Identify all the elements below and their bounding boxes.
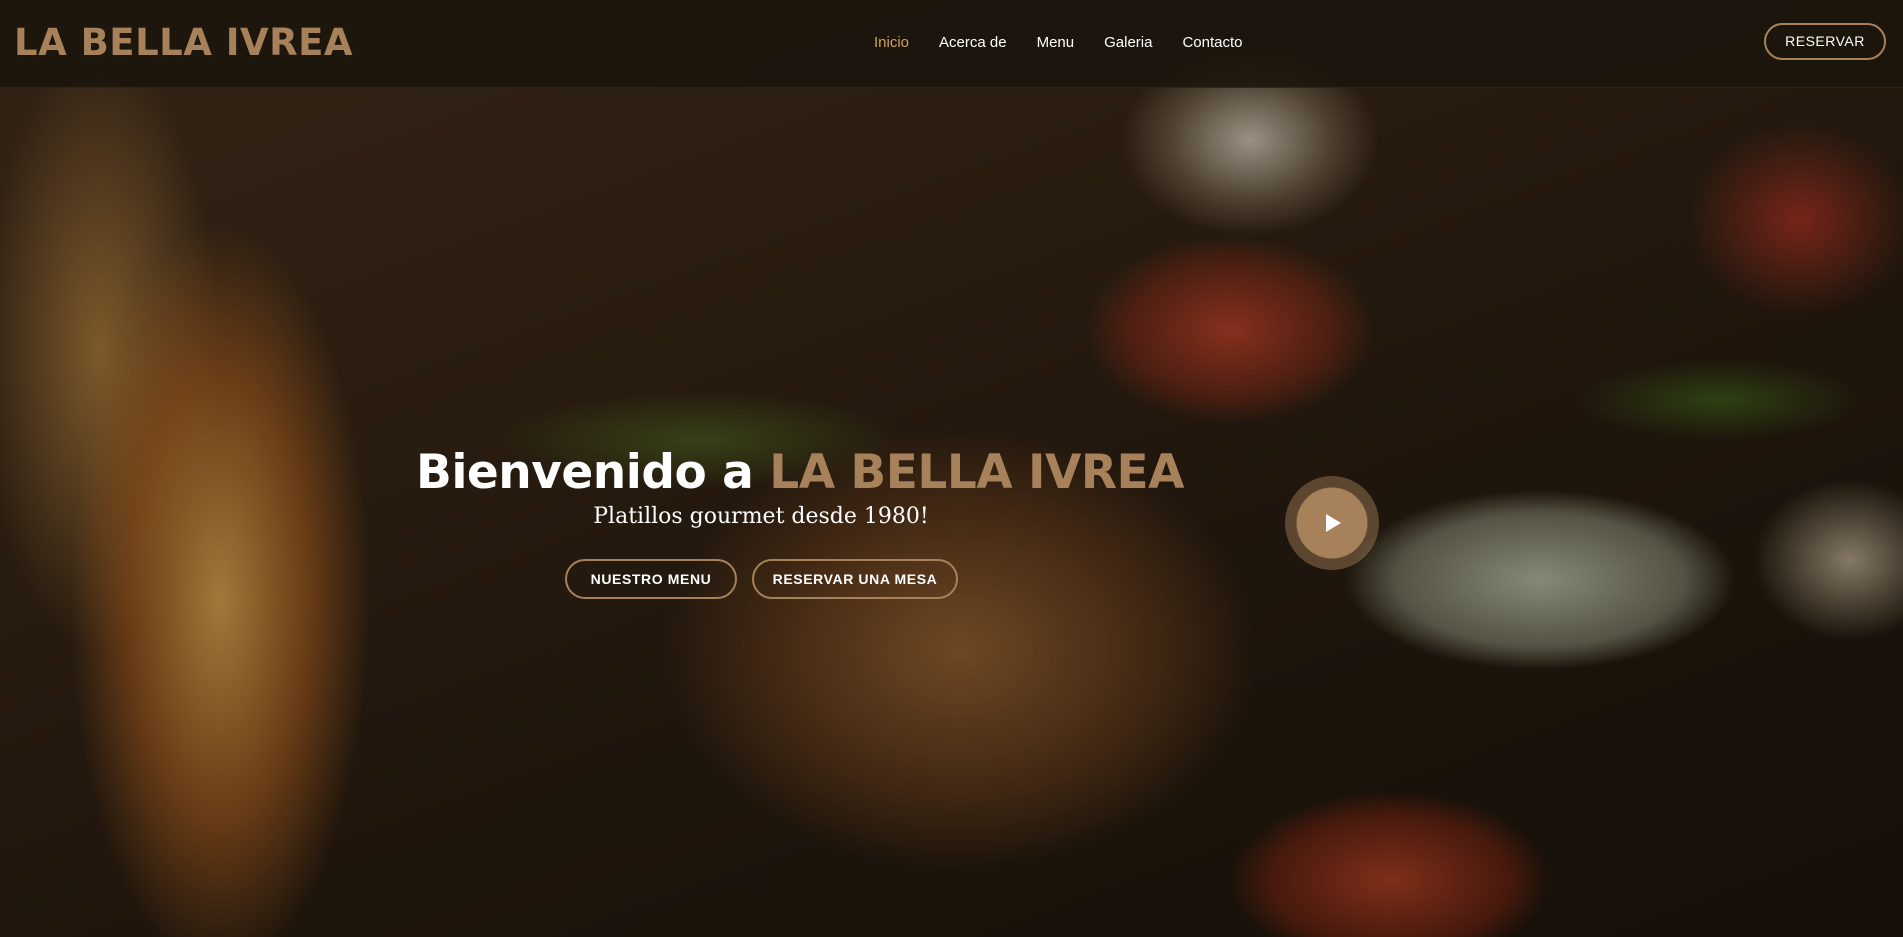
site-logo[interactable]: LA BELLA IVREA	[14, 20, 353, 66]
hero-title-brand: LA BELLA IVREA	[769, 445, 1185, 500]
reserve-button[interactable]: RESERVAR	[1764, 23, 1886, 60]
hero-subtitle: Platillos gourmet desde 1980!	[593, 504, 929, 529]
book-table-button[interactable]: RESERVAR UNA MESA	[752, 559, 958, 599]
play-icon	[1326, 514, 1341, 532]
nav-item-galeria[interactable]: Galeria	[1104, 32, 1152, 54]
hero-title-prefix: Bienvenido a	[416, 445, 754, 500]
play-video-button[interactable]	[1285, 476, 1379, 570]
nav-item-inicio[interactable]: Inicio	[874, 32, 909, 54]
main-nav: Inicio Acerca de Menu Galeria Contacto	[874, 32, 1273, 54]
nav-item-contacto[interactable]: Contacto	[1182, 32, 1242, 54]
site-header: LA BELLA IVREA Inicio Acerca de Menu Gal…	[0, 0, 1903, 88]
our-menu-button[interactable]: NUESTRO MENU	[565, 559, 737, 599]
nav-item-menu[interactable]: Menu	[1037, 32, 1075, 54]
page: LA BELLA IVREA Inicio Acerca de Menu Gal…	[0, 0, 1903, 937]
nav-item-acerca-de[interactable]: Acerca de	[939, 32, 1007, 54]
hero-title: Bienvenido a LA BELLA IVREA	[416, 444, 1185, 502]
